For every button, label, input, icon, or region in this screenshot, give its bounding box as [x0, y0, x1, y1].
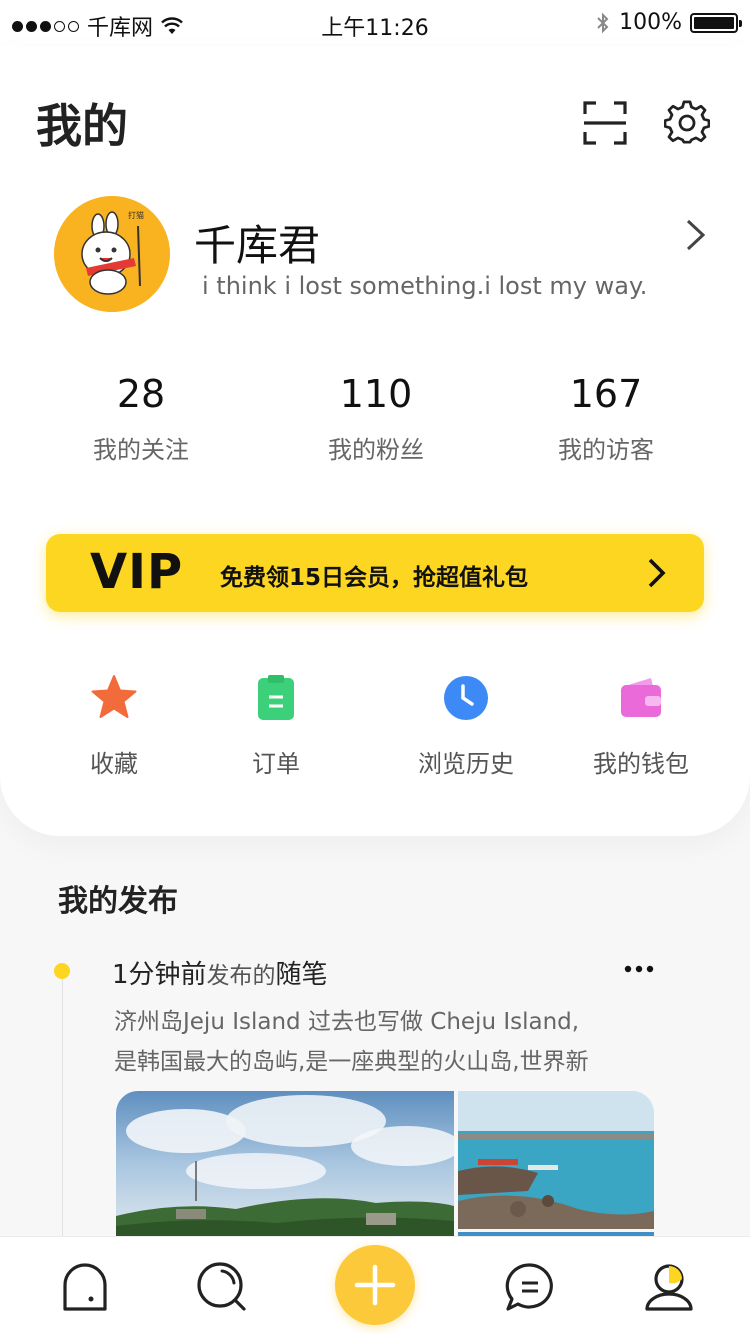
post-text[interactable]: 济州岛Jeju Island 过去也写做 Cheju Island, 是韩国最大… — [114, 1002, 644, 1082]
home-icon[interactable] — [57, 1259, 113, 1315]
stat-label: 我的访客 — [558, 436, 654, 464]
section-title: 我的发布 — [58, 884, 178, 919]
add-icon — [354, 1264, 396, 1306]
avatar[interactable]: 打猫 — [54, 196, 170, 312]
username: 千库君 — [194, 221, 321, 270]
more-icon[interactable] — [624, 964, 654, 974]
quick-label: 我的钱包 — [593, 750, 689, 778]
quick-label: 浏览历史 — [418, 750, 514, 778]
status-right: 100% — [595, 10, 742, 35]
avatar-badge: 打猫 — [128, 211, 144, 220]
clipboard-icon — [258, 675, 294, 720]
clock-icon — [444, 676, 488, 720]
chevron-right-icon — [648, 558, 666, 588]
wallet-icon — [621, 678, 661, 717]
status-bar: 千库网 上午11:26 100% — [0, 0, 750, 46]
post-header: 1分钟前发布的随笔 — [112, 954, 328, 991]
timeline-line — [62, 974, 63, 1236]
chevron-right-icon[interactable] — [684, 218, 708, 252]
post-verb: 发布的 — [206, 963, 276, 989]
quick-history[interactable]: 浏览历史 — [386, 672, 546, 779]
harbor-photo[interactable] — [458, 1091, 654, 1229]
add-button[interactable] — [335, 1245, 415, 1325]
quick-orders[interactable]: 订单 — [196, 672, 356, 779]
star-icon — [91, 675, 137, 718]
tab-bar — [0, 1236, 750, 1334]
quick-favorites[interactable]: 收藏 — [34, 672, 194, 779]
post-type: 随笔 — [275, 960, 328, 990]
battery-percent: 100% — [619, 10, 682, 35]
profile-icon[interactable] — [641, 1259, 697, 1315]
post-time: 1分钟前 — [112, 960, 207, 990]
post-text-line: 是韩国最大的岛屿,是一座典型的火山岛,世界新 — [114, 1049, 589, 1075]
post-text-line: 济州岛Jeju Island 过去也写做 Cheju Island, — [114, 1009, 580, 1035]
stat-label: 我的粉丝 — [328, 436, 424, 464]
vip-promo-text: 免费领15日会员，抢超值礼包 — [220, 565, 529, 591]
quick-label: 订单 — [252, 750, 300, 778]
user-bio: i think i lost something.i lost my way. — [202, 272, 648, 300]
stat-followers[interactable]: 110 我的粉丝 — [276, 372, 476, 465]
page-title: 我的 — [36, 99, 128, 153]
stat-value: 167 — [569, 372, 643, 416]
stat-value: 110 — [339, 372, 413, 416]
gear-icon[interactable] — [664, 100, 710, 146]
stat-value: 28 — [116, 372, 166, 416]
scan-icon[interactable] — [582, 100, 628, 146]
battery-icon — [690, 12, 742, 33]
landscape-photo[interactable] — [116, 1091, 454, 1236]
discover-icon[interactable] — [194, 1259, 250, 1315]
avatar-illustration — [54, 196, 170, 312]
vip-banner[interactable]: VIP 免费领15日会员，抢超值礼包 — [46, 534, 704, 612]
vip-label: VIP — [90, 544, 184, 600]
post-images[interactable] — [116, 1091, 654, 1236]
message-icon[interactable] — [502, 1259, 558, 1315]
quick-wallet[interactable]: 我的钱包 — [561, 672, 721, 779]
profile-card: 我的 打猫 千库君 i think i lost something.i los… — [0, 46, 750, 836]
stat-visitors[interactable]: 167 我的访客 — [506, 372, 706, 465]
stat-following[interactable]: 28 我的关注 — [41, 372, 241, 465]
bluetooth-icon — [597, 12, 609, 33]
stat-label: 我的关注 — [93, 436, 189, 464]
timeline-dot — [54, 963, 70, 979]
quick-label: 收藏 — [90, 750, 138, 778]
